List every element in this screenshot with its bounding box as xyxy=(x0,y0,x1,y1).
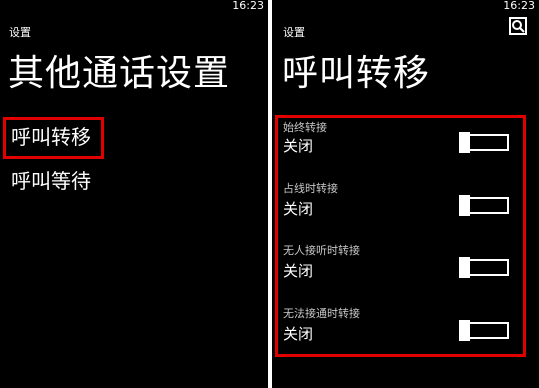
page-title: 其他通话设置 xyxy=(8,53,231,94)
setting-label-forward-when-busy: 占线时转接 xyxy=(283,182,338,195)
toggle-always-forward[interactable] xyxy=(459,132,509,153)
screenshot-stage: 16:23 设置 其他通话设置 呼叫转移 呼叫等待 16:23 设置 呼叫转移 … xyxy=(0,0,539,388)
menu-item-call-forwarding[interactable]: 呼叫转移 xyxy=(11,124,91,150)
call-forwarding-screen: 16:23 设置 呼叫转移 始终转接 关闭 占线时转接 关闭 无人接听时转接 关… xyxy=(272,0,539,388)
toggle-thumb xyxy=(459,320,470,341)
setting-label-forward-no-answer: 无人接听时转接 xyxy=(283,244,360,257)
setting-label-forward-unreachable: 无法接通时转接 xyxy=(283,307,360,320)
other-call-settings-screen: 16:23 设置 其他通话设置 呼叫转移 呼叫等待 xyxy=(0,0,268,388)
toggle-thumb xyxy=(459,132,470,153)
setting-value-always-forward: 关闭 xyxy=(283,137,314,155)
app-label: 设置 xyxy=(283,26,305,39)
toggle-forward-unreachable[interactable] xyxy=(459,320,509,341)
search-icon[interactable] xyxy=(509,17,527,35)
toggle-forward-no-answer[interactable] xyxy=(459,257,509,278)
setting-value-forward-no-answer: 关闭 xyxy=(283,262,314,280)
menu-item-call-waiting[interactable]: 呼叫等待 xyxy=(11,168,91,194)
toggle-thumb xyxy=(459,257,470,278)
status-time: 16:23 xyxy=(503,0,535,12)
setting-label-always-forward: 始终转接 xyxy=(283,121,327,134)
toggle-forward-when-busy[interactable] xyxy=(459,195,509,216)
page-title: 呼叫转移 xyxy=(282,53,431,94)
setting-value-forward-unreachable: 关闭 xyxy=(283,325,314,343)
status-time: 16:23 xyxy=(232,0,264,12)
setting-value-forward-when-busy: 关闭 xyxy=(283,200,314,218)
app-label: 设置 xyxy=(9,26,31,39)
toggle-thumb xyxy=(459,195,470,216)
